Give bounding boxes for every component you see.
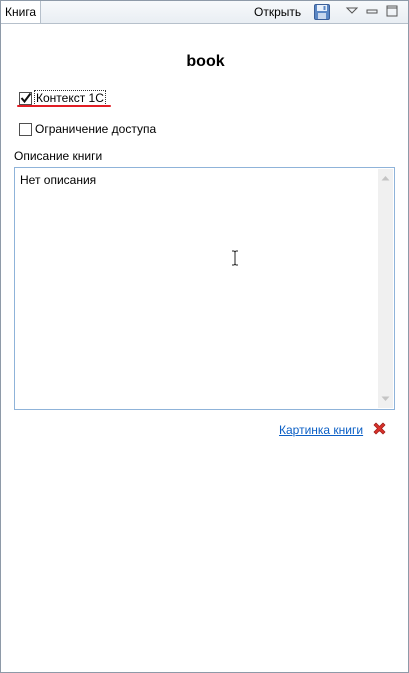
- minimize-icon[interactable]: [365, 4, 379, 18]
- maximize-icon[interactable]: [385, 4, 399, 18]
- access-restriction-label: Ограничение доступа: [35, 122, 157, 136]
- open-button[interactable]: Открыть: [254, 1, 301, 23]
- save-icon[interactable]: [314, 4, 330, 20]
- scrollbar[interactable]: [378, 169, 393, 408]
- delete-icon[interactable]: [371, 420, 388, 437]
- scroll-down-icon[interactable]: [381, 396, 390, 402]
- access-restriction-checkbox-row[interactable]: Ограничение доступа: [19, 121, 156, 137]
- annotation-underline: [17, 105, 111, 107]
- page-title: book: [186, 53, 225, 70]
- access-restriction-checkbox[interactable]: [19, 122, 32, 136]
- description-label: Описание книги: [14, 149, 103, 163]
- tab-bar: Книга Открыть: [1, 1, 408, 24]
- text-cursor-icon: [232, 250, 238, 266]
- tab-book[interactable]: Книга: [1, 1, 42, 23]
- checkmark-icon: [20, 92, 32, 103]
- description-text: Нет описания: [20, 173, 97, 187]
- context-1c-checkbox-row[interactable]: Контекст 1С: [19, 90, 106, 106]
- description-textarea[interactable]: Нет описания: [14, 167, 395, 410]
- context-1c-label: Контекст 1С: [34, 90, 106, 106]
- scroll-up-icon[interactable]: [381, 175, 390, 181]
- chevron-down-icon[interactable]: [345, 4, 359, 18]
- editor-window: Книга Открыть book Контекст 1С Ограничен…: [0, 0, 409, 673]
- book-picture-link[interactable]: Картинка книги: [279, 423, 363, 437]
- context-1c-checkbox[interactable]: [19, 91, 32, 105]
